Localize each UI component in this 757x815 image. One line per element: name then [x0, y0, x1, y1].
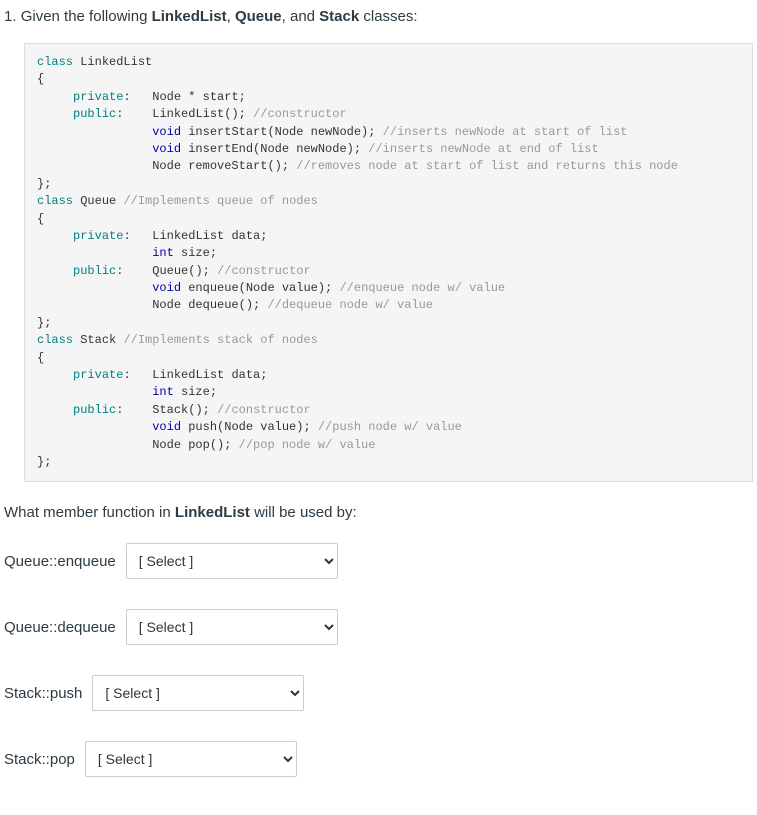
- select-queue-dequeue[interactable]: [ Select ]: [126, 609, 338, 645]
- select-stack-push[interactable]: [ Select ]: [92, 675, 304, 711]
- select-queue-enqueue[interactable]: [ Select ]: [126, 543, 338, 579]
- label-queue-enqueue: Queue::enqueue: [4, 553, 116, 570]
- label-stack-push: Stack::push: [4, 685, 82, 702]
- sub-question: What member function in LinkedList will …: [4, 504, 753, 521]
- question-intro: 1. Given the following LinkedList, Queue…: [4, 8, 753, 25]
- question-number: 1.: [4, 8, 17, 25]
- row-stack-push: Stack::push [ Select ]: [4, 675, 753, 711]
- row-stack-pop: Stack::pop [ Select ]: [4, 741, 753, 777]
- bold-linkedlist-2: LinkedList: [175, 504, 250, 521]
- bold-queue: Queue: [235, 8, 282, 25]
- code-block: class LinkedList { private: Node * start…: [24, 43, 753, 482]
- row-queue-dequeue: Queue::dequeue [ Select ]: [4, 609, 753, 645]
- label-stack-pop: Stack::pop: [4, 751, 75, 768]
- select-stack-pop[interactable]: [ Select ]: [85, 741, 297, 777]
- bold-stack: Stack: [319, 8, 359, 25]
- bold-linkedlist: LinkedList: [152, 8, 227, 25]
- label-queue-dequeue: Queue::dequeue: [4, 619, 116, 636]
- row-queue-enqueue: Queue::enqueue [ Select ]: [4, 543, 753, 579]
